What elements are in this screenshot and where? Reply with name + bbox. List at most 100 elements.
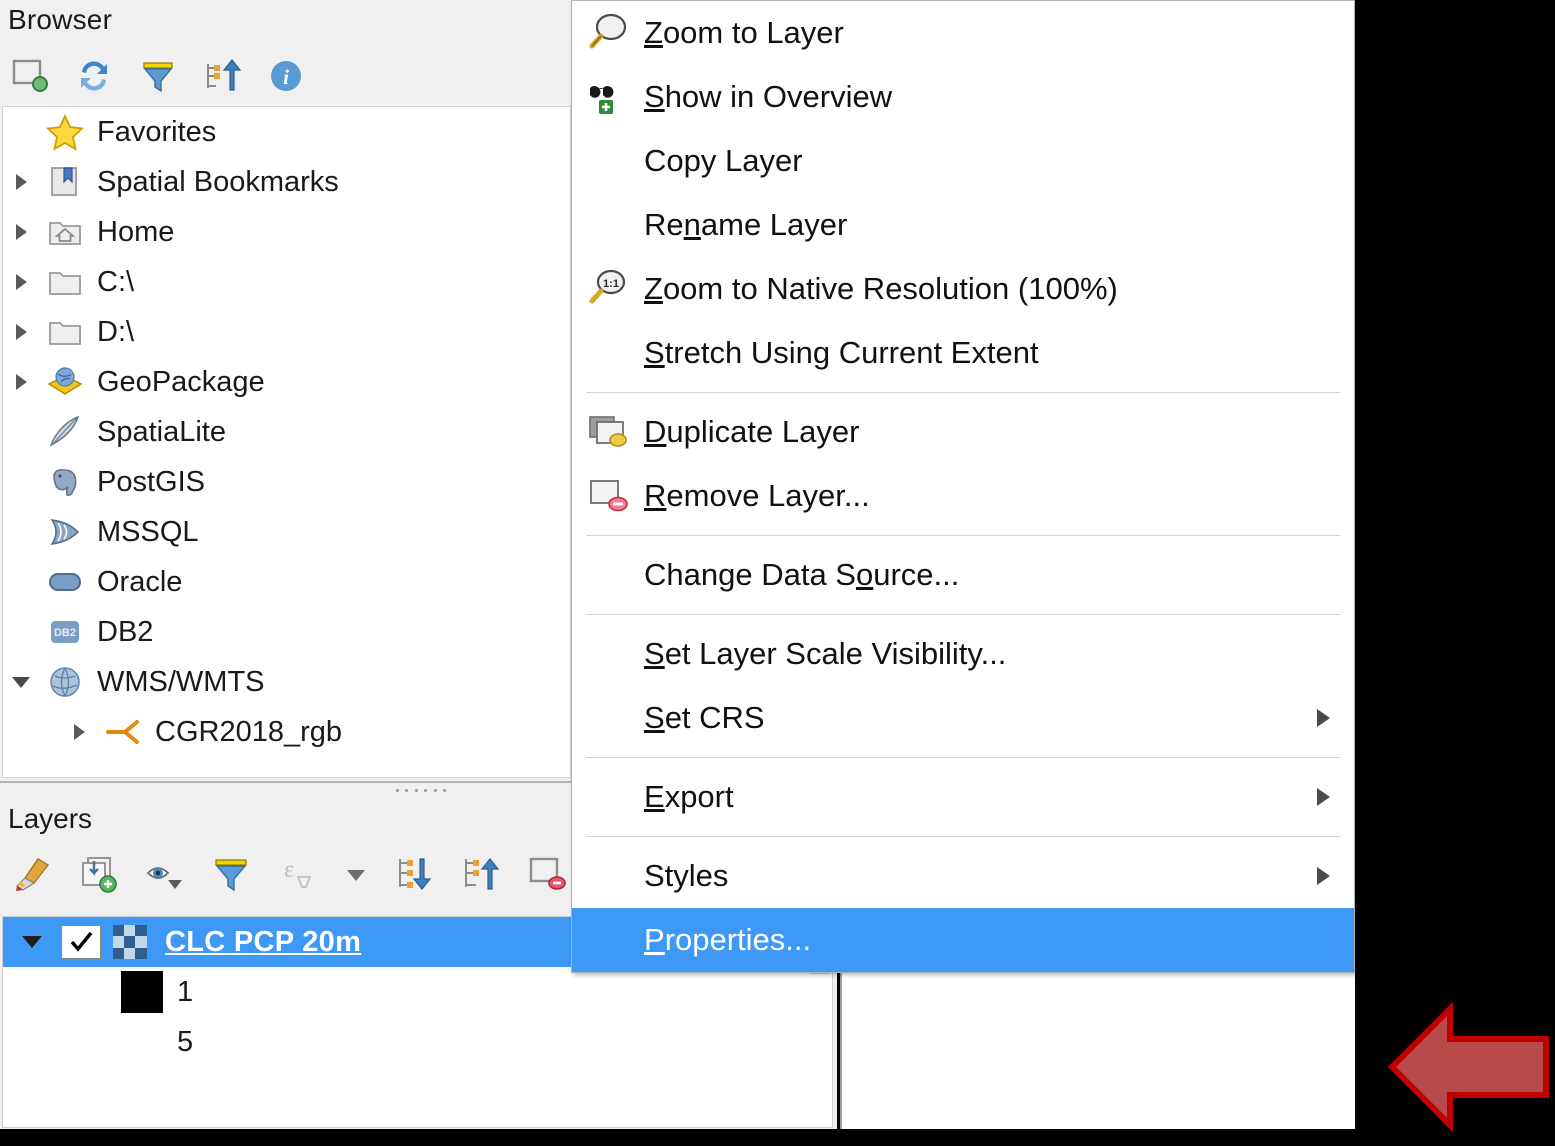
manage-map-themes-icon[interactable]: [144, 853, 186, 895]
menu-item-zoom-to-layer[interactable]: Zoom to Layer: [572, 1, 1354, 65]
browser-item-label: Oracle: [97, 565, 183, 598]
browser-item-label: GeoPackage: [97, 365, 265, 398]
browser-item-spatial-bookmarks[interactable]: Spatial Bookmarks: [3, 157, 570, 207]
info-icon[interactable]: i: [266, 56, 306, 96]
geopackage-icon: [39, 362, 91, 402]
menu-separator: [586, 392, 1340, 393]
browser-item-label: CGR2018_rgb: [155, 715, 342, 748]
menu-item-label: Zoom to Layer: [644, 15, 844, 50]
layer-visibility-checkbox[interactable]: [61, 925, 101, 959]
show-overview-icon: [572, 74, 644, 120]
expander-collapsed-icon[interactable]: [3, 174, 39, 190]
menu-item-properties[interactable]: Properties...: [572, 908, 1354, 972]
star-icon: [39, 112, 91, 152]
svg-text:1:1: 1:1: [603, 278, 619, 290]
add-group-icon[interactable]: [78, 853, 120, 895]
menu-item-label: Change Data Source...: [644, 557, 960, 592]
browser-item-postgis[interactable]: PostGIS: [3, 457, 570, 507]
remove-layer-group-icon[interactable]: [526, 853, 568, 895]
menu-separator: [586, 614, 1340, 615]
wms-globe-icon: [39, 662, 91, 702]
browser-item-favorites[interactable]: Favorites: [3, 107, 570, 157]
menu-item-label: Styles: [644, 858, 729, 893]
layer-context-menu[interactable]: Zoom to Layer Show in Overview Copy Laye…: [571, 0, 1355, 973]
expander-collapsed-icon[interactable]: [3, 274, 39, 290]
menu-item-label: Set Layer Scale Visibility...: [644, 636, 1007, 671]
submenu-chevron-right-icon: [1317, 788, 1330, 806]
browser-item-label: Home: [97, 215, 175, 248]
menu-item-label: Duplicate Layer: [644, 414, 860, 449]
add-layer-icon[interactable]: [10, 56, 50, 96]
menu-item-label: Copy Layer: [644, 143, 803, 178]
menu-item-export[interactable]: Export: [572, 765, 1354, 829]
menu-item-label: Remove Layer...: [644, 478, 870, 513]
layers-panel-title: Layers: [8, 803, 93, 834]
browser-item-cgr2018-rgb[interactable]: CGR2018_rgb: [3, 707, 570, 757]
expander-collapsed-icon[interactable]: [3, 224, 39, 240]
browser-item-label: DB2: [97, 615, 154, 648]
zoom-layer-icon: [572, 10, 644, 56]
filter-expression-icon[interactable]: ε: [276, 853, 318, 895]
browser-item-wms-wmts[interactable]: WMS/WMTS: [3, 657, 570, 707]
browser-item-label: PostGIS: [97, 465, 205, 498]
expression-dropdown-icon[interactable]: [342, 853, 370, 895]
menu-item-show-in-overview[interactable]: Show in Overview: [572, 65, 1354, 129]
browser-item-c-drive[interactable]: C:\: [3, 257, 570, 307]
browser-item-db2[interactable]: DB2 DB2: [3, 607, 570, 657]
browser-item-label: WMS/WMTS: [97, 665, 265, 698]
expander-expanded-icon[interactable]: [3, 936, 61, 948]
menu-item-copy-layer[interactable]: Copy Layer: [572, 129, 1354, 193]
menu-item-duplicate-layer[interactable]: Duplicate Layer: [572, 400, 1354, 464]
browser-item-label: C:\: [97, 265, 135, 298]
filter-icon[interactable]: [138, 56, 178, 96]
db2-icon: DB2: [39, 612, 91, 652]
open-layer-styling-panel-icon[interactable]: [12, 853, 54, 895]
refresh-icon[interactable]: [74, 56, 114, 96]
menu-item-set-crs[interactable]: Set CRS: [572, 686, 1354, 750]
legend-color-swatch: [119, 971, 165, 1013]
browser-item-label: Favorites: [97, 115, 217, 148]
expand-all-icon[interactable]: [394, 853, 436, 895]
browser-item-mssql[interactable]: MSSQL: [3, 507, 570, 557]
expander-expanded-icon[interactable]: [3, 676, 39, 688]
menu-item-set-layer-scale-visibility[interactable]: Set Layer Scale Visibility...: [572, 622, 1354, 686]
layer-legend-entry-5[interactable]: 5: [3, 1017, 832, 1067]
menu-item-rename-layer[interactable]: Rename Layer: [572, 193, 1354, 257]
collapse-all-icon[interactable]: [460, 853, 502, 895]
menu-item-remove-layer[interactable]: Remove Layer...: [572, 464, 1354, 528]
wms-connection-icon: [97, 712, 149, 752]
layers-toolbar: ε: [12, 849, 568, 899]
browser-item-spatialite[interactable]: SpatiaLite: [3, 407, 570, 457]
svg-text:DB2: DB2: [54, 627, 76, 639]
menu-item-styles[interactable]: Styles: [572, 844, 1354, 908]
folder-icon: [39, 262, 91, 302]
submenu-chevron-right-icon: [1317, 709, 1330, 727]
menu-separator: [586, 757, 1340, 758]
browser-item-oracle[interactable]: Oracle: [3, 557, 570, 607]
collapse-all-icon[interactable]: [202, 56, 242, 96]
home-folder-icon: [39, 212, 91, 252]
filter-legend-icon[interactable]: [210, 853, 252, 895]
submenu-chevron-right-icon: [1317, 867, 1330, 885]
browser-item-d-drive[interactable]: D:\: [3, 307, 570, 357]
mssql-icon: [39, 512, 91, 552]
browser-item-geopackage[interactable]: GeoPackage: [3, 357, 570, 407]
menu-separator: [586, 836, 1340, 837]
browser-tree[interactable]: Favorites Spatial Bookmarks Home C:\ D:\…: [2, 106, 571, 778]
expander-collapsed-icon[interactable]: [61, 724, 97, 740]
browser-panel-title: Browser: [8, 4, 113, 35]
layer-legend-entry-1[interactable]: 1: [3, 967, 832, 1017]
menu-item-stretch-using-current-extent[interactable]: Stretch Using Current Extent: [572, 321, 1354, 385]
oracle-icon: [39, 562, 91, 602]
browser-item-label: D:\: [97, 315, 135, 348]
panel-resize-grip[interactable]: [396, 786, 446, 794]
menu-item-label: Show in Overview: [644, 79, 893, 114]
menu-item-change-data-source[interactable]: Change Data Source...: [572, 543, 1354, 607]
browser-item-label: SpatiaLite: [97, 415, 226, 448]
browser-item-home[interactable]: Home: [3, 207, 570, 257]
menu-item-zoom-to-native-resolution[interactable]: 1:1 Zoom to Native Resolution (100%): [572, 257, 1354, 321]
menu-item-label: Export: [644, 779, 734, 814]
red-left-arrow-annotation: [1387, 1000, 1550, 1135]
expander-collapsed-icon[interactable]: [3, 324, 39, 340]
expander-collapsed-icon[interactable]: [3, 374, 39, 390]
